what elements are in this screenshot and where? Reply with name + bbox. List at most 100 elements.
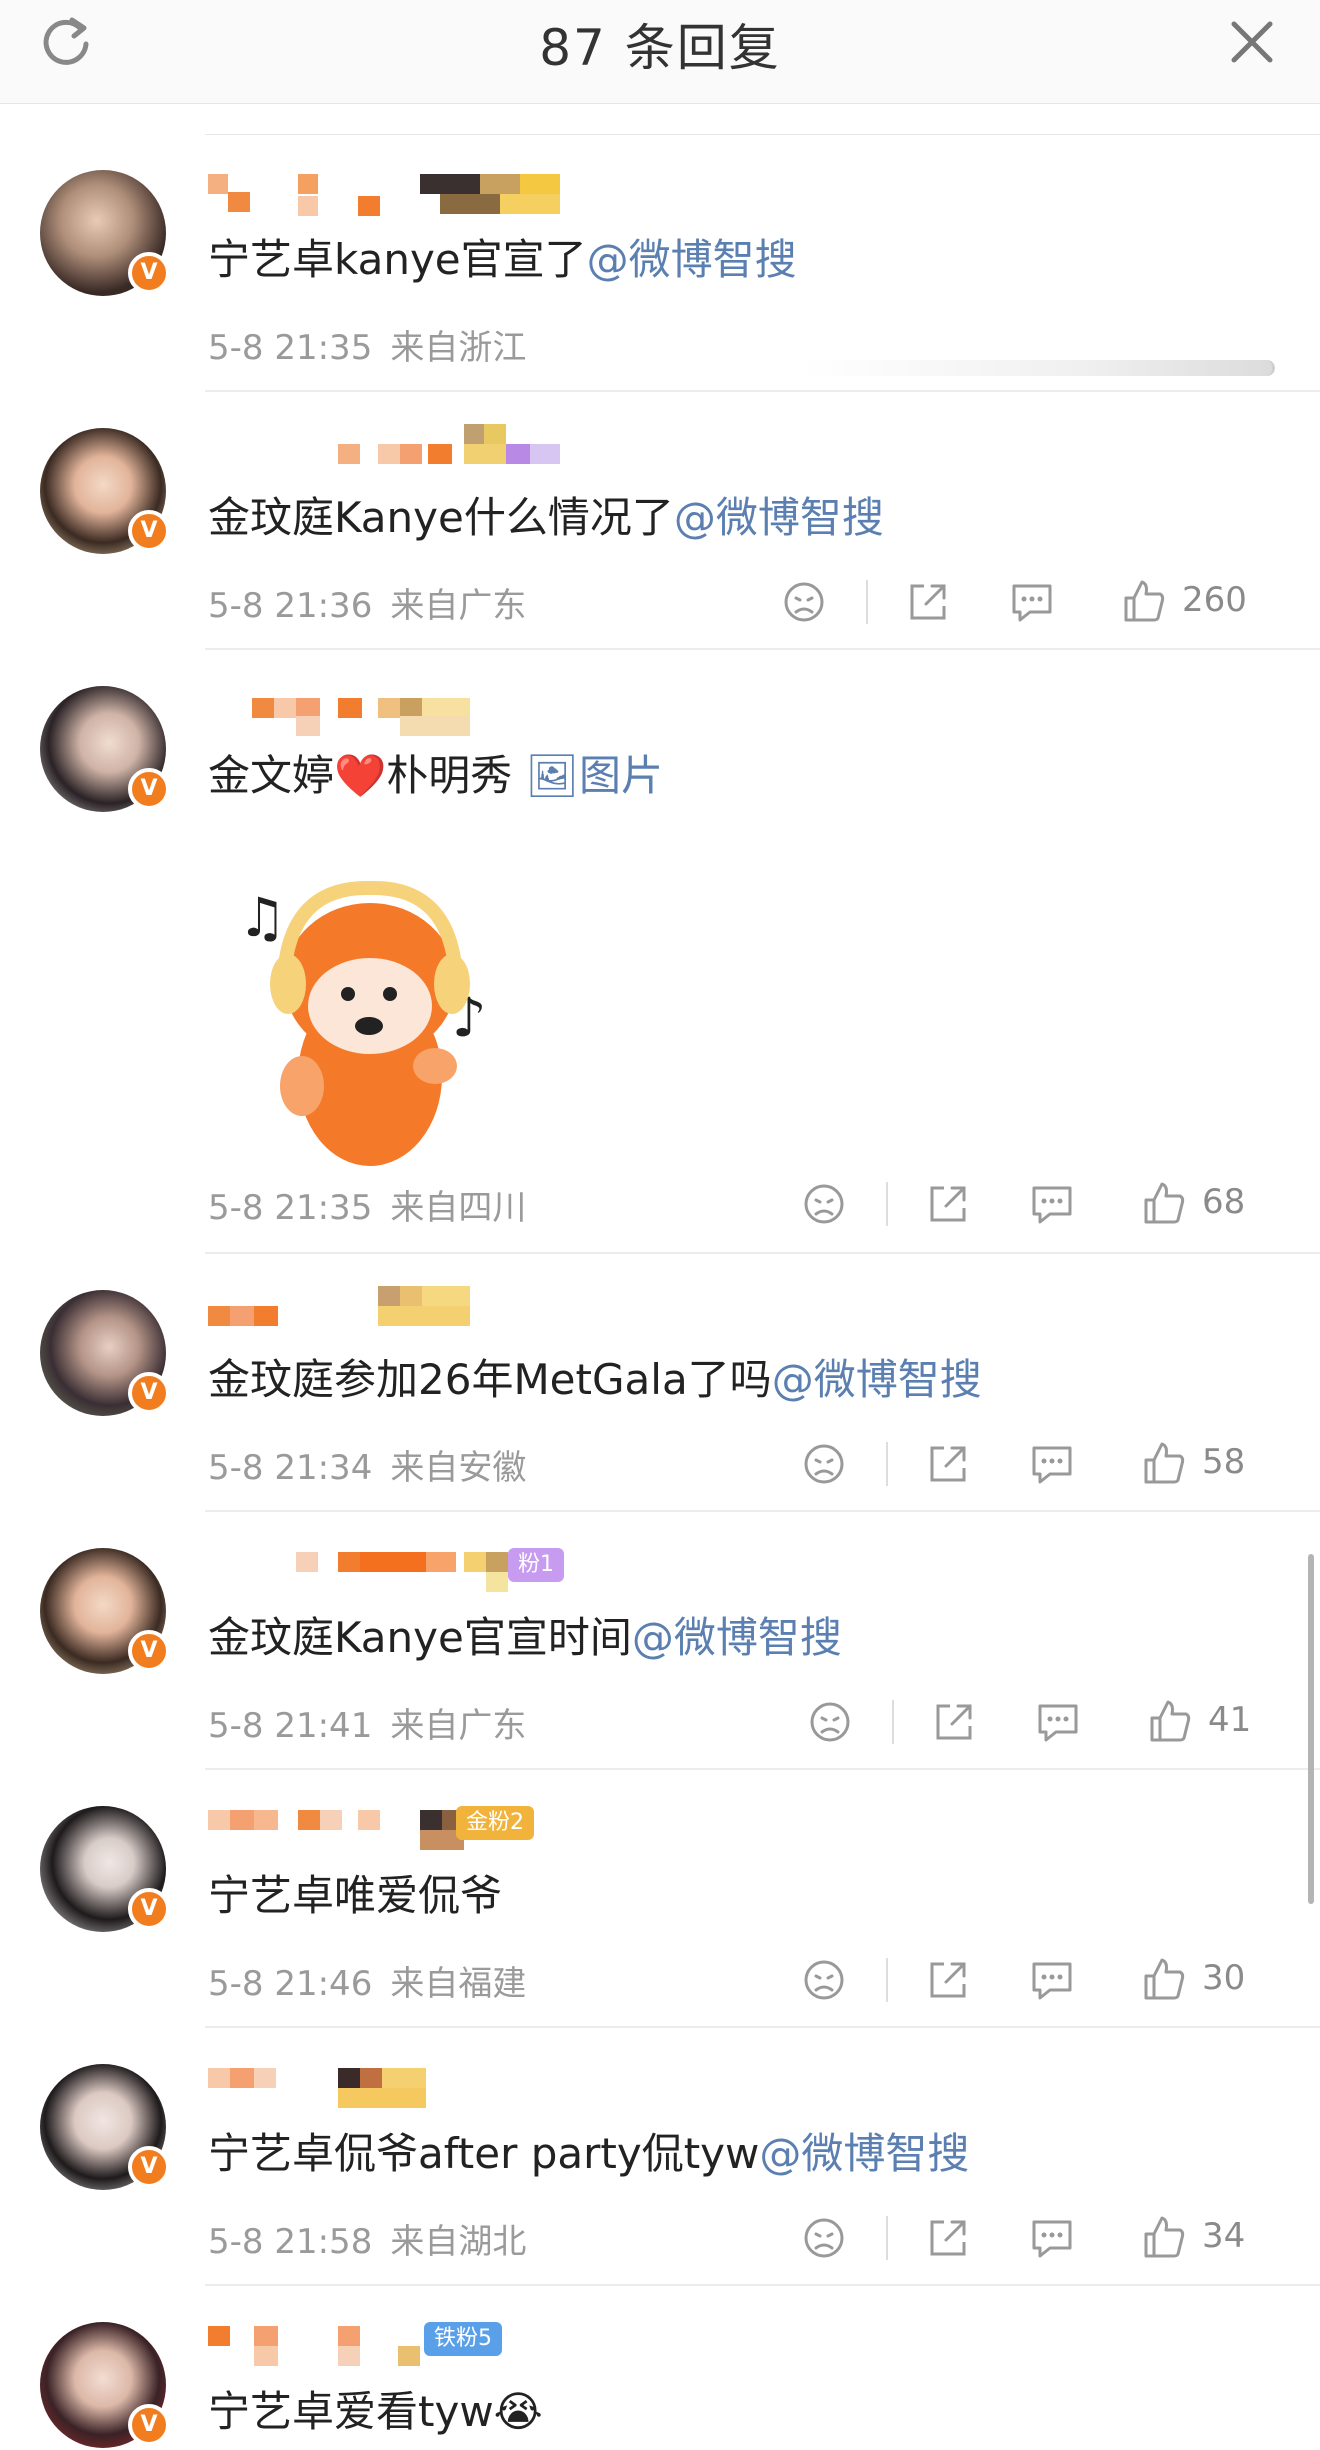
username-blurred[interactable] [208, 422, 588, 464]
comment-location: 来自安徽 [390, 1448, 527, 1488]
comment-meta: 5-8 21:35 来自四川 [208, 1180, 526, 1229]
action-bar-loading [800, 360, 1275, 376]
dislike-icon[interactable] [798, 1178, 850, 1230]
comment-meta: 5-8 21:34 来自安徽 [208, 1440, 526, 1489]
comment-meta: 5-8 21:36 来自广东 [208, 578, 526, 627]
mention-link[interactable]: @微博智搜 [759, 2129, 969, 2178]
comment-location: 来自福建 [390, 1964, 527, 2004]
fan-badge[interactable]: 铁粉5 [424, 2322, 502, 2356]
comment-actions: 68 [778, 1178, 1278, 1230]
comment-time: 5-8 21:41 [208, 1706, 373, 1746]
comment-text: 金文婷❤️朴明秀 🖼图片 [208, 751, 663, 800]
verified-badge-icon: V [128, 2146, 170, 2188]
like-count: 68 [1202, 1182, 1246, 1222]
comment-time: 5-8 21:36 [208, 586, 373, 626]
comment-item: V 金玟庭Kanye什么情况了@微博智搜 5-8 21:36 来自广东 260 [0, 392, 1320, 650]
share-icon[interactable] [928, 1696, 980, 1748]
comment-item: V 金玟庭参加26年MetGala了吗@微博智搜 5-8 21:34 来自安徽 5… [0, 1254, 1320, 1512]
like-icon[interactable] [1138, 1178, 1190, 1230]
mention-link[interactable]: @微博智搜 [632, 1613, 842, 1662]
like-count: 34 [1202, 2216, 1246, 2256]
comment-item: V 宁艺卓侃爷after party侃tyw@微博智搜 5-8 21:58 来自湖… [0, 2028, 1320, 2286]
comment-location: 来自浙江 [390, 328, 527, 368]
like-icon[interactable] [1138, 1438, 1190, 1490]
comment-icon[interactable] [1026, 1178, 1078, 1230]
reply-list[interactable]: V 宁艺卓kanye官宣了@微博智搜 5-8 21:35 来自浙江 V 金玟庭K… [0, 104, 1320, 2450]
comment-icon[interactable] [1026, 1954, 1078, 2006]
username-blurred[interactable] [208, 2326, 568, 2366]
verified-badge-icon: V [128, 252, 170, 294]
share-icon[interactable] [922, 1954, 974, 2006]
scrollbar[interactable] [1308, 1554, 1314, 1904]
comment-item: V 宁艺卓kanye官宣了@微博智搜 5-8 21:35 来自浙江 [0, 134, 1320, 392]
comment-actions: 260 [778, 576, 1278, 628]
username-blurred[interactable] [208, 2068, 568, 2108]
svg-text:♫: ♫ [238, 886, 286, 949]
dislike-icon[interactable] [804, 1696, 856, 1748]
comment-meta: 5-8 21:35 来自浙江 [208, 320, 526, 369]
like-icon[interactable] [1118, 576, 1170, 628]
comment-time: 5-8 21:46 [208, 1964, 373, 2004]
username-blurred[interactable] [208, 174, 560, 216]
comment-meta: 5-8 21:58 来自湖北 [208, 2214, 526, 2263]
comment-actions: 58 [778, 1438, 1278, 1490]
like-icon[interactable] [1138, 2212, 1190, 2264]
share-icon[interactable] [922, 2212, 974, 2264]
comment-location: 来自四川 [390, 1188, 527, 1228]
like-icon[interactable] [1138, 1954, 1190, 2006]
close-icon[interactable] [1222, 12, 1282, 72]
share-icon[interactable] [902, 576, 954, 628]
header-bar: 87 条回复 [0, 0, 1320, 104]
comment-time: 5-8 21:35 [208, 328, 373, 368]
comment-icon[interactable] [1006, 576, 1058, 628]
mention-link[interactable]: @微博智搜 [587, 235, 797, 284]
like-count: 260 [1182, 580, 1247, 620]
comment-text: 宁艺卓kanye官宣了@微博智搜 [208, 235, 797, 284]
verified-badge-icon: V [128, 1372, 170, 1414]
page-title: 87 条回复 [539, 19, 781, 77]
fan-badge[interactable]: 粉1 [508, 1548, 564, 1582]
comment-text: 宁艺卓侃爷after party侃tyw@微博智搜 [208, 2129, 970, 2178]
comment-time: 5-8 21:58 [208, 2222, 373, 2262]
dislike-icon[interactable] [798, 1954, 850, 2006]
share-icon[interactable] [922, 1178, 974, 1230]
username-blurred[interactable] [208, 1284, 568, 1326]
comment-text: 金玟庭参加26年MetGala了吗@微博智搜 [208, 1355, 982, 1404]
verified-badge-icon: V [128, 510, 170, 552]
verified-badge-icon: V [128, 2404, 170, 2446]
comment-item: V 金文婷❤️朴明秀 🖼图片 ♫ ♪ 5-8 21:35 来自四川 68 [0, 650, 1320, 1254]
dislike-icon[interactable] [798, 1438, 850, 1490]
like-icon[interactable] [1144, 1696, 1196, 1748]
dislike-icon[interactable] [778, 576, 830, 628]
comment-icon[interactable] [1026, 2212, 1078, 2264]
comment-icon[interactable] [1032, 1696, 1084, 1748]
comment-item: V 铁粉5 宁艺卓爱看tyw😭 [0, 2286, 1320, 2450]
comment-text: 金玟庭Kanye官宣时间@微博智搜 [208, 1613, 842, 1662]
comment-meta: 5-8 21:46 来自福建 [208, 1956, 526, 2005]
like-count: 30 [1202, 1958, 1246, 1998]
comment-text: 宁艺卓爱看tyw😭 [208, 2387, 543, 2436]
comment-actions: 34 [778, 2212, 1278, 2264]
sticker-image[interactable]: ♫ ♪ [230, 866, 530, 1166]
comment-item: V 金粉2 宁艺卓唯爱侃爷 5-8 21:46 来自福建 30 [0, 1770, 1320, 2028]
comment-location: 来自湖北 [390, 2222, 527, 2262]
share-icon[interactable] [922, 1438, 974, 1490]
comment-icon[interactable] [1026, 1438, 1078, 1490]
image-link[interactable]: 🖼图片 [526, 751, 663, 800]
comment-time: 5-8 21:35 [208, 1188, 373, 1228]
comment-item: V 粉1 金玟庭Kanye官宣时间@微博智搜 5-8 21:41 来自广东 41 [0, 1512, 1320, 1770]
dislike-icon[interactable] [798, 2212, 850, 2264]
comment-actions: 41 [784, 1696, 1284, 1748]
verified-badge-icon: V [128, 1630, 170, 1672]
comment-text: 金玟庭Kanye什么情况了@微博智搜 [208, 493, 884, 542]
comment-location: 来自广东 [390, 1706, 527, 1746]
comment-actions: 30 [778, 1954, 1278, 2006]
fan-badge[interactable]: 金粉2 [456, 1806, 534, 1840]
username-blurred[interactable] [208, 680, 568, 736]
like-count: 41 [1208, 1700, 1252, 1740]
mention-link[interactable]: @微博智搜 [674, 493, 884, 542]
comment-text: 宁艺卓唯爱侃爷 [208, 1871, 503, 1920]
comment-meta: 5-8 21:41 来自广东 [208, 1698, 526, 1747]
mention-link[interactable]: @微博智搜 [772, 1355, 982, 1404]
like-count: 58 [1202, 1442, 1246, 1482]
